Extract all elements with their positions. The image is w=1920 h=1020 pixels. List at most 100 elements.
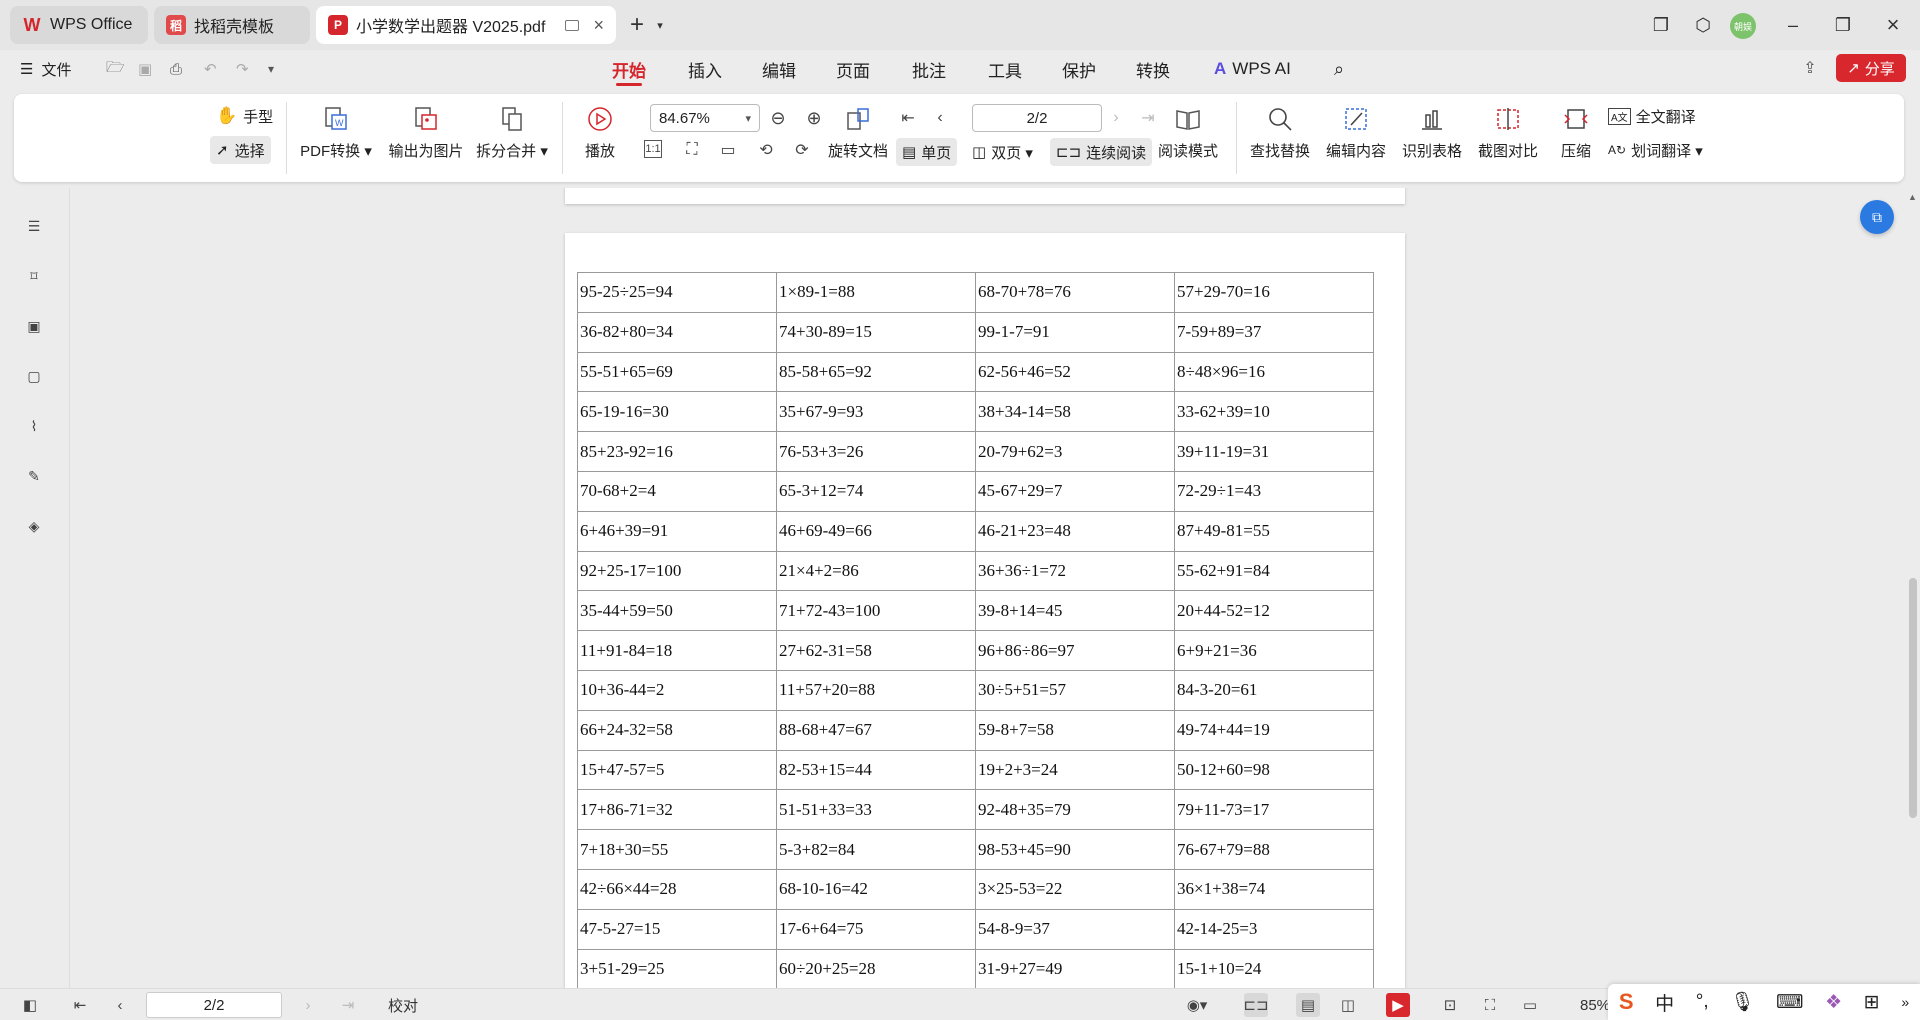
tab-convert[interactable]: 转换 [1136, 50, 1170, 88]
continuous-view-icon[interactable]: ⊏⊐ [1243, 993, 1269, 1017]
comment-icon[interactable]: ▢ [22, 364, 46, 388]
word-translate-button[interactable]: A↻ 划词翻译 ▾ [1602, 136, 1709, 164]
recognize-table-button[interactable]: 识别表格 [1400, 104, 1464, 161]
open-folder-icon[interactable]: 🗁 [106, 50, 125, 88]
document-viewer[interactable]: 95-25÷25=94 1×89-1=88 68-70+78=76 57+29-70=… [71, 188, 1903, 988]
proofread-button[interactable]: 校对 [388, 989, 418, 1020]
microphone-icon[interactable]: 🎙 [1730, 990, 1754, 1014]
tab-list-chevron-icon[interactable]: ▾ [652, 12, 668, 38]
monitor-icon[interactable] [565, 19, 580, 31]
edit-content-button[interactable]: 编辑内容 [1324, 104, 1388, 161]
toolbox-icon[interactable]: ⊞ [1864, 991, 1880, 1014]
prev-page-icon[interactable]: ‹ [928, 106, 952, 130]
tab-protect[interactable]: 保护 [1062, 50, 1096, 88]
last-page-icon[interactable]: ⇥ [336, 993, 360, 1017]
wps-ai-button[interactable]: A WPS AI [1214, 50, 1291, 88]
continuous-read-button[interactable]: ⊏⊐ 连续阅读 [1050, 138, 1153, 166]
scroll-up-icon[interactable]: ▲ [1908, 192, 1917, 202]
new-tab-icon[interactable]: + [624, 11, 650, 38]
find-replace-button[interactable]: 查找替换 [1248, 104, 1312, 161]
select-tool-button[interactable]: ➚ 选择 [210, 136, 271, 164]
tab-wps-office[interactable]: W WPS Office [10, 6, 148, 44]
undo-icon[interactable]: ↶ [204, 50, 217, 88]
layers-icon[interactable]: ◈ [22, 514, 46, 538]
share-button[interactable]: ↗ 分享 [1836, 54, 1906, 82]
actual-size-icon[interactable]: 1:1 [644, 140, 662, 158]
zoom-out-icon[interactable]: ⊖ [766, 106, 790, 130]
play-slideshow-icon[interactable]: ▶ [1386, 993, 1410, 1017]
rotate-document-button[interactable]: 旋转文档 [826, 104, 890, 161]
double-page-view-icon[interactable]: ◫ [1336, 993, 1360, 1017]
prev-page-icon[interactable]: ‹ [108, 993, 132, 1017]
ai-assistant-icon[interactable]: ⧉ [1860, 200, 1894, 234]
file-menu[interactable]: ☰ 文件 [20, 50, 71, 88]
tab-insert[interactable]: 插入 [688, 50, 722, 88]
tab-pdf-document[interactable]: P 小学数学出题器 V2025.pdf × [316, 6, 616, 44]
search-icon[interactable]: ⌕ [1334, 50, 1344, 88]
rotate-left-icon[interactable]: ⟲ [754, 138, 778, 162]
rotate-right-icon[interactable]: ⟳ [790, 138, 814, 162]
double-page-button[interactable]: ◫ 双页 ▾ [966, 138, 1039, 166]
split-merge-button[interactable]: 拆分合并 ▾ [472, 104, 552, 161]
export-image-button[interactable]: 输出为图片 [386, 104, 466, 161]
tab-tools[interactable]: 工具 [988, 50, 1022, 88]
zoom-select[interactable]: 84.67% ▾ [650, 104, 760, 132]
thumbnail-icon[interactable]: ▣ [22, 314, 46, 338]
first-page-icon[interactable]: ⇤ [896, 106, 920, 130]
fit-page-icon[interactable]: ⛶ [1478, 993, 1502, 1017]
close-tab-icon[interactable]: × [593, 15, 604, 36]
zoom-in-icon[interactable]: ⊕ [802, 106, 826, 130]
hand-tool-button[interactable]: ✋ 手型 [210, 102, 279, 130]
keyboard-icon[interactable]: ⌨ [1776, 991, 1803, 1014]
more-icon[interactable]: » [1901, 994, 1909, 1010]
redo-icon[interactable]: ↷ [236, 50, 249, 88]
restore-icon[interactable]: ❐ [1830, 12, 1856, 38]
ime-language-toggle[interactable]: 中 [1655, 989, 1674, 1016]
zoom-level[interactable]: 85% [1580, 989, 1610, 1020]
signature-icon[interactable]: ✎ [22, 464, 46, 488]
next-page-icon[interactable]: › [296, 993, 320, 1017]
cloud-upload-icon[interactable]: ⇪ [1800, 58, 1820, 78]
tab-annotate[interactable]: 批注 [912, 50, 946, 88]
single-page-view-icon[interactable]: ▤ [1296, 993, 1320, 1017]
first-page-icon[interactable]: ⇤ [68, 993, 92, 1017]
minimize-icon[interactable]: – [1780, 12, 1806, 38]
scrollbar-thumb[interactable] [1909, 578, 1917, 818]
single-page-button[interactable]: ▤ 单页 [896, 138, 958, 166]
read-mode-button[interactable]: 阅读模式 [1156, 104, 1220, 161]
tab-edit[interactable]: 编辑 [762, 50, 796, 88]
skin-icon[interactable]: ❖ [1825, 991, 1842, 1014]
print-icon[interactable]: ⎙ [170, 50, 182, 88]
play-button[interactable]: 播放 [580, 104, 620, 161]
avatar[interactable]: 朝娱 [1730, 13, 1756, 39]
fit-width-icon[interactable]: ▭ [1518, 993, 1542, 1017]
pdf-convert-label: PDF转换 ▾ [300, 143, 372, 160]
vertical-scrollbar[interactable]: ▲ [1906, 188, 1920, 988]
full-translate-button[interactable]: A文 全文翻译 [1602, 102, 1702, 130]
close-window-icon[interactable]: × [1880, 12, 1906, 38]
screenshot-compare-button[interactable]: 截图对比 [1476, 104, 1540, 161]
pdf-convert-button[interactable]: W PDF转换 ▾ [300, 104, 372, 161]
table-row: 7+18+30=55 5-3+82=84 98-53+45=90 76-67+79=8… [577, 829, 1374, 870]
window-layout-icon[interactable]: ❐ [1648, 12, 1674, 38]
cube-icon[interactable]: ⬡ [1690, 12, 1716, 38]
fit-page-icon[interactable]: ⛶ [680, 138, 704, 162]
actual-size-icon[interactable]: ⊡ [1438, 993, 1462, 1017]
tab-start[interactable]: 开始 [612, 50, 646, 88]
bookmark-icon[interactable]: ⌑ [22, 264, 46, 288]
tab-docer-templates[interactable]: 稻 找稻壳模板 [154, 6, 310, 44]
attachment-icon[interactable]: ⌇ [22, 414, 46, 438]
page-number-input[interactable]: 2/2 [972, 104, 1102, 132]
compress-button[interactable]: 压缩 [1556, 104, 1596, 161]
sogou-logo-icon[interactable]: S [1619, 989, 1634, 1015]
tab-page[interactable]: 页面 [836, 50, 870, 88]
next-page-icon[interactable]: › [1104, 106, 1128, 130]
sidebar-toggle-icon[interactable]: ◧ [18, 993, 42, 1017]
save-icon[interactable]: ▣ [138, 50, 152, 88]
status-page-input[interactable]: 2/2 [146, 992, 282, 1018]
punctuation-icon[interactable]: °, [1696, 991, 1709, 1013]
fit-width-icon[interactable]: ▭ [716, 138, 740, 162]
quick-access-chevron-icon[interactable]: ▾ [268, 50, 274, 88]
eye-icon[interactable]: ◉▾ [1180, 993, 1214, 1017]
outline-icon[interactable]: ☰ [22, 214, 46, 238]
